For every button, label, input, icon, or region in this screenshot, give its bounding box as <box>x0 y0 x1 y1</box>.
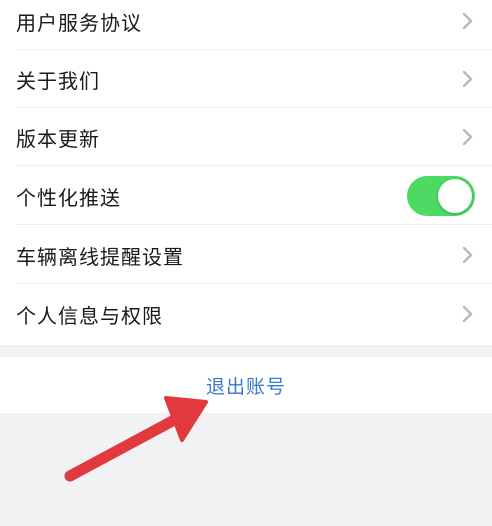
toggle-knob <box>438 179 472 213</box>
settings-list: 用户服务协议 关于我们 版本更新 个性化推送 车辆离线提醒设置 个人信息与权限 <box>0 0 492 345</box>
section-gap <box>0 345 492 357</box>
chevron-right-icon <box>462 306 473 322</box>
menu-item-version-update[interactable]: 版本更新 <box>0 108 492 166</box>
menu-item-personalized-push: 个性化推送 <box>0 167 492 225</box>
menu-item-label: 关于我们 <box>16 68 100 93</box>
divider <box>16 283 492 284</box>
divider <box>16 224 492 225</box>
menu-item-personal-info-permissions[interactable]: 个人信息与权限 <box>0 285 492 343</box>
logout-label: 退出账号 <box>206 376 287 398</box>
menu-item-label: 版本更新 <box>16 126 100 151</box>
menu-item-label: 个性化推送 <box>16 185 121 210</box>
menu-item-label: 用户服务协议 <box>16 10 142 35</box>
chevron-right-icon <box>462 13 473 29</box>
menu-item-vehicle-offline-reminder[interactable]: 车辆离线提醒设置 <box>0 226 492 284</box>
divider <box>16 165 492 166</box>
chevron-right-icon <box>462 247 473 263</box>
menu-item-user-agreement[interactable]: 用户服务协议 <box>0 0 492 50</box>
menu-item-label: 个人信息与权限 <box>16 303 163 328</box>
logout-button[interactable]: 退出账号 <box>0 357 492 413</box>
personalized-push-toggle[interactable] <box>407 176 475 216</box>
chevron-right-icon <box>462 71 473 87</box>
menu-item-about-us[interactable]: 关于我们 <box>0 50 492 108</box>
chevron-right-icon <box>462 129 473 145</box>
logout-section: 退出账号 <box>0 357 492 413</box>
menu-item-label: 车辆离线提醒设置 <box>16 244 184 269</box>
